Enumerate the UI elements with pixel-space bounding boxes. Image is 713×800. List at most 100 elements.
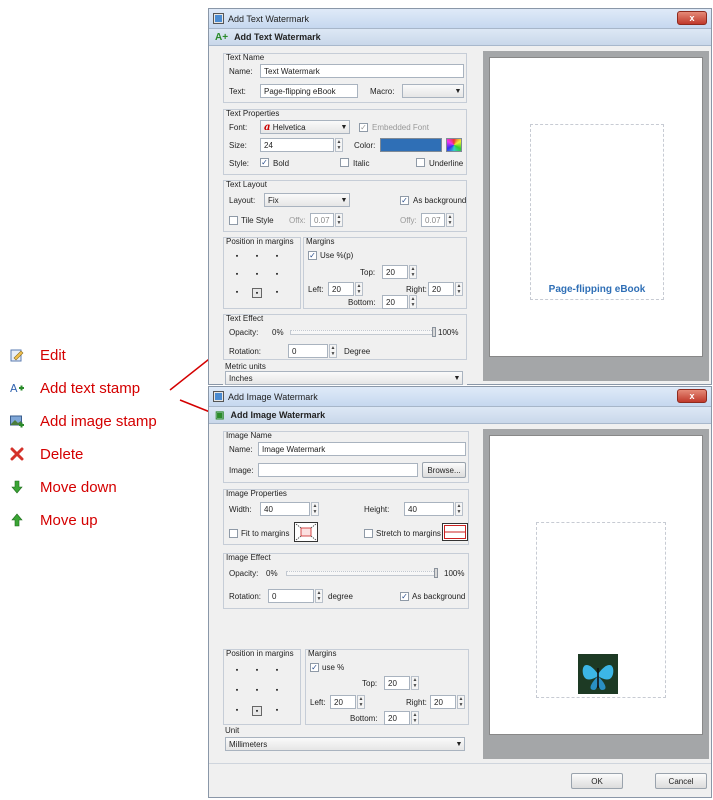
top-label: Top: (360, 268, 376, 277)
bottom-spinner[interactable]: ▲ ▼ (411, 711, 419, 725)
color-picker-button[interactable] (446, 138, 462, 152)
bottom-spinner[interactable]: ▲ ▼ (409, 295, 417, 309)
left-spinner[interactable]: ▲ ▼ (357, 695, 365, 709)
rotation-input[interactable]: 0 (288, 344, 328, 358)
ok-button[interactable]: OK (571, 773, 623, 789)
group-title: Image Properties (226, 489, 287, 498)
italic-checkbox[interactable] (340, 158, 349, 167)
stretch-to-margins-checkbox[interactable] (364, 529, 373, 538)
image-path-input[interactable] (258, 463, 418, 477)
pos-bottom-right[interactable]: ▪ (272, 288, 282, 298)
use-percent-checkbox[interactable]: ✓ (308, 251, 317, 260)
pos-middle-right[interactable]: ▪ (272, 270, 282, 280)
pos-bottom-center[interactable]: ▪ (252, 706, 262, 716)
add-text-icon: A+ (215, 31, 229, 43)
pos-bottom-left[interactable]: ▪ (232, 706, 242, 716)
group-title: Position in margins (226, 237, 294, 246)
position-group: Position in margins ▪ ▪ ▪ ▪ ▪ ▪ ▪ ▪ ▪ (223, 237, 301, 309)
cancel-button[interactable]: Cancel (655, 773, 707, 789)
unit-dropdown[interactable]: Millimeters ▼ (225, 737, 465, 751)
fit-to-margins-checkbox[interactable] (229, 529, 238, 538)
text-input[interactable]: Page-flipping eBook (260, 84, 358, 98)
offy-spinner[interactable]: ▲ ▼ (446, 213, 454, 227)
height-input[interactable]: 40 (404, 502, 454, 516)
pos-middle-left[interactable]: ▪ (232, 270, 242, 280)
right-spinner[interactable]: ▲ ▼ (457, 695, 465, 709)
pos-top-right[interactable]: ▪ (272, 252, 282, 262)
right-input[interactable]: 20 (428, 282, 454, 296)
bottom-label: Bottom: (350, 714, 378, 723)
pos-top-left[interactable]: ▪ (232, 252, 242, 262)
rotation-input[interactable]: 0 (268, 589, 314, 603)
offx-spinner[interactable]: ▲ ▼ (335, 213, 343, 227)
use-percent-checkbox[interactable]: ✓ (310, 663, 319, 672)
layout-dropdown[interactable]: Fix ▼ (264, 193, 350, 207)
browse-button[interactable]: Browse... (422, 462, 466, 478)
image-dialog-titlebar: Add Image Watermark x (209, 387, 711, 407)
width-label: Width: (229, 505, 252, 514)
pos-top-left[interactable]: ▪ (232, 666, 242, 676)
pos-bottom-center[interactable]: ▪ (252, 288, 262, 298)
text-effect-group: Text Effect Opacity: 0% 100% Rotation: 0… (223, 314, 467, 360)
opacity-slider-thumb[interactable] (434, 568, 438, 578)
offx-input[interactable]: 0.07 (310, 213, 334, 227)
group-title: Image Name (226, 431, 272, 440)
top-spinner[interactable]: ▲ ▼ (411, 676, 419, 690)
text-watermark-dialog: Add Text Watermark x A+ Add Text Waterma… (208, 8, 712, 385)
offy-input[interactable]: 0.07 (421, 213, 445, 227)
left-input[interactable]: 20 (328, 282, 354, 296)
underline-checkbox[interactable] (416, 158, 425, 167)
size-input[interactable]: 24 (260, 138, 334, 152)
top-label: Top: (362, 679, 378, 688)
as-background-checkbox[interactable]: ✓ (400, 196, 409, 205)
embedded-font-checkbox[interactable]: ✓ (359, 123, 368, 132)
left-input[interactable]: 20 (330, 695, 356, 709)
pos-top-center[interactable]: ▪ (252, 252, 262, 262)
width-input[interactable]: 40 (260, 502, 310, 516)
tile-style-checkbox[interactable] (229, 216, 238, 225)
top-input[interactable]: 20 (384, 676, 410, 690)
right-input[interactable]: 20 (430, 695, 456, 709)
opacity-slider[interactable] (290, 330, 434, 335)
preview-paper (489, 435, 703, 735)
macro-dropdown[interactable]: ▼ (402, 84, 464, 98)
pos-middle-right[interactable]: ▪ (272, 686, 282, 696)
rotation-spinner[interactable]: ▲ ▼ (329, 344, 337, 358)
bottom-input[interactable]: 20 (384, 711, 410, 725)
rotation-spinner[interactable]: ▲ ▼ (315, 589, 323, 603)
opacity-slider-thumb[interactable] (432, 327, 436, 337)
fit-to-margins-preview-icon (294, 522, 318, 542)
app-icon (213, 13, 224, 24)
height-spinner[interactable]: ▲ ▼ (455, 502, 463, 516)
opacity-slider[interactable] (286, 571, 436, 576)
left-spinner[interactable]: ▲ ▼ (355, 282, 363, 296)
pos-bottom-right[interactable]: ▪ (272, 706, 282, 716)
metric-units-dropdown[interactable]: Inches ▼ (225, 371, 463, 385)
top-spinner[interactable]: ▲ ▼ (409, 265, 417, 279)
width-spinner[interactable]: ▲ ▼ (311, 502, 319, 516)
pos-center[interactable]: ▪ (252, 270, 262, 280)
pos-top-center[interactable]: ▪ (252, 666, 262, 676)
pos-center[interactable]: ▪ (252, 686, 262, 696)
as-background-checkbox[interactable]: ✓ (400, 592, 409, 601)
pos-middle-left[interactable]: ▪ (232, 686, 242, 696)
close-button[interactable]: x (677, 11, 707, 25)
opacity-min-label: 0% (272, 328, 284, 337)
right-spinner[interactable]: ▲ ▼ (455, 282, 463, 296)
pos-bottom-left[interactable]: ▪ (232, 288, 242, 298)
bottom-input[interactable]: 20 (382, 295, 408, 309)
font-label: Font: (229, 123, 248, 132)
pos-top-right[interactable]: ▪ (272, 666, 282, 676)
text-layout-group: Text Layout Layout: Fix ▼ ✓ As background… (223, 180, 467, 232)
image-name-input[interactable]: Image Watermark (258, 442, 466, 456)
name-input[interactable]: Text Watermark (260, 64, 464, 78)
top-input[interactable]: 20 (382, 265, 408, 279)
font-dropdown[interactable]: a Helvetica ▼ (260, 120, 350, 134)
text-label: Text: (229, 87, 246, 96)
image-label: Image: (229, 466, 254, 475)
close-button[interactable]: x (677, 389, 707, 403)
color-label: Color: (354, 141, 376, 150)
bold-checkbox[interactable]: ✓ (260, 158, 269, 167)
size-spinner[interactable]: ▲ ▼ (335, 138, 343, 152)
preview-margin-box (530, 124, 664, 300)
